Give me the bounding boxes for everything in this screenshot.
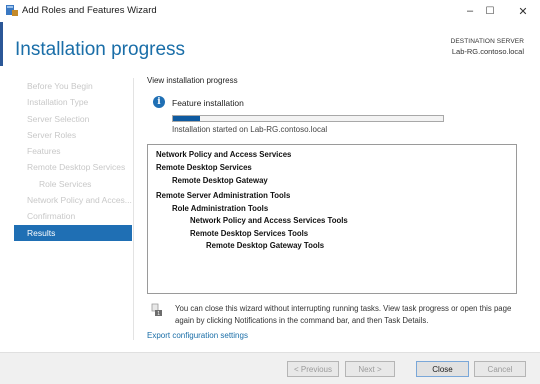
nav-item-server-selection[interactable]: Server Selection <box>14 111 132 127</box>
info-icon: i <box>153 96 165 108</box>
results-list[interactable]: Network Policy and Access Services Remot… <box>147 144 517 294</box>
close-button[interactable]: Close <box>416 361 469 377</box>
nav-item-remote-desktop-services[interactable]: Remote Desktop Services <box>14 159 132 175</box>
result-item: Remote Server Administration Tools <box>156 191 291 200</box>
nav-item-before-you-begin[interactable]: Before You Begin <box>14 78 132 94</box>
result-item: Network Policy and Access Services Tools <box>190 216 348 225</box>
nav-item-role-services[interactable]: Role Services <box>14 176 132 192</box>
destination-server-label: DESTINATION SERVER <box>450 38 524 45</box>
export-configuration-link[interactable]: Export configuration settings <box>147 331 248 340</box>
section-subheading: View installation progress <box>147 76 238 85</box>
nav-item-network-policy[interactable]: Network Policy and Acces... <box>14 192 132 208</box>
close-window-button[interactable]: ✕ <box>506 0 540 22</box>
progress-fill <box>173 116 200 121</box>
next-button[interactable]: Next > <box>345 361 395 377</box>
nav-item-results[interactable]: Results <box>14 224 132 241</box>
wizard-nav: Before You Begin Installation Type Serve… <box>14 78 132 241</box>
notification-flag-icon: 1 <box>151 303 162 317</box>
result-item: Role Administration Tools <box>172 204 269 213</box>
title-bar: Add Roles and Features Wizard – ☐ ✕ <box>0 0 540 22</box>
result-item: Remote Desktop Gateway Tools <box>206 241 325 250</box>
result-item: Remote Desktop Services Tools <box>190 229 309 238</box>
result-item: Network Policy and Access Services <box>156 150 292 159</box>
installation-progress-bar <box>172 115 444 122</box>
destination-server-name: Lab-RG.contoso.local <box>451 47 524 56</box>
nav-item-features[interactable]: Features <box>14 143 132 159</box>
status-text: Installation started on Lab-RG.contoso.l… <box>172 125 328 134</box>
page-title: Installation progress <box>15 39 186 60</box>
previous-button[interactable]: < Previous <box>287 361 339 377</box>
window-title: Add Roles and Features Wizard <box>22 5 157 16</box>
cancel-button[interactable]: Cancel <box>474 361 526 377</box>
window-edge <box>0 22 3 66</box>
nav-item-installation-type[interactable]: Installation Type <box>14 94 132 110</box>
svg-text:1: 1 <box>157 311 160 317</box>
status-title: Feature installation <box>172 98 244 108</box>
nav-item-server-roles[interactable]: Server Roles <box>14 127 132 143</box>
nav-divider <box>133 78 134 340</box>
nav-item-confirmation[interactable]: Confirmation <box>14 208 132 224</box>
server-manager-icon <box>6 5 18 16</box>
result-item: Remote Desktop Gateway <box>172 176 268 185</box>
wizard-note: You can close this wizard without interr… <box>175 304 512 325</box>
result-item: Remote Desktop Services <box>156 163 252 172</box>
maximize-button[interactable]: ☐ <box>473 0 507 22</box>
